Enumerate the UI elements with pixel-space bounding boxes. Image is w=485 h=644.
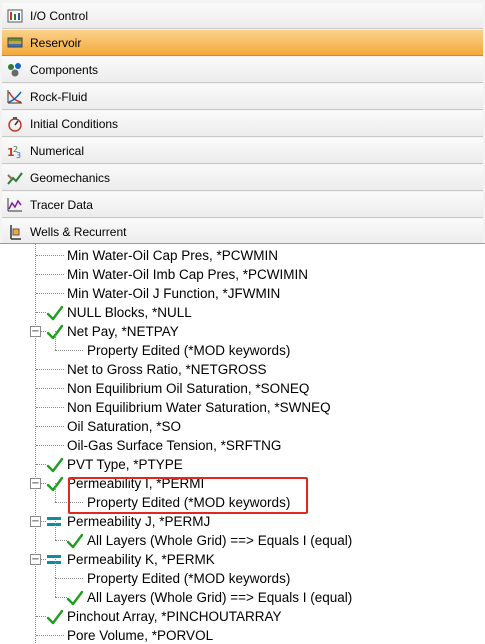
- nav-item-label: Rock-Fluid: [30, 89, 88, 104]
- tree-item-label: Permeability J, *PERMJ: [67, 514, 211, 529]
- tracer-data-icon: [6, 196, 24, 214]
- nav-item-components[interactable]: Components: [2, 57, 483, 83]
- reservoir-icon: [6, 34, 24, 52]
- tree-item-label: PVT Type, *PTYPE: [67, 457, 183, 472]
- tree-item-label: All Layers (Whole Grid) ==> Equals I (eq…: [87, 533, 353, 548]
- checkmark-icon: [66, 589, 84, 607]
- tree-item-permeability-j-permj[interactable]: − Permeability J, *PERMJ: [0, 512, 485, 531]
- geomechanics-icon: [6, 169, 24, 187]
- tree-item-pvt-type-ptype[interactable]: PVT Type, *PTYPE: [0, 455, 485, 474]
- io-control-icon: [6, 7, 24, 25]
- nav-item-i-o-control[interactable]: I/O Control: [2, 3, 483, 29]
- tree-item-label: Permeability I, *PERMI: [67, 476, 205, 491]
- tree-item-non-equilibrium-oil-saturation-soneq[interactable]: Non Equilibrium Oil Saturation, *SONEQ: [0, 379, 485, 398]
- tree-item-min-water-oil-j-function-jfwmin[interactable]: Min Water-Oil J Function, *JFWMIN: [0, 284, 485, 303]
- collapse-toggle-icon[interactable]: −: [30, 516, 41, 527]
- nav-item-tracer-data[interactable]: Tracer Data: [2, 192, 483, 218]
- tree-item-all-layers-whole-grid-equals-i-equal[interactable]: All Layers (Whole Grid) ==> Equals I (eq…: [0, 578, 485, 607]
- keyword-tree: Min Water-Oil Cap Pres, *PCWMIN Min Water…: [0, 243, 485, 644]
- tree-item-label: Non Equilibrium Water Saturation, *SWNEQ: [67, 400, 331, 415]
- tree-item-pinchout-array-pinchoutarray[interactable]: Pinchout Array, *PINCHOUTARRAY: [0, 607, 485, 626]
- tree-item-property-edited-mod-keywords[interactable]: Property Edited (*MOD keywords): [0, 483, 485, 512]
- tree-item-permeability-i-permi[interactable]: − Permeability I, *PERMI: [0, 474, 485, 493]
- collapse-toggle-icon[interactable]: −: [30, 554, 41, 565]
- rock-fluid-icon: [6, 88, 24, 106]
- tree-item-all-layers-whole-grid-equals-i-equal[interactable]: All Layers (Whole Grid) ==> Equals I (eq…: [0, 521, 485, 550]
- tree-item-label: Permeability K, *PERMK: [67, 552, 215, 567]
- tree-item-label: All Layers (Whole Grid) ==> Equals I (eq…: [87, 590, 353, 605]
- tree-item-label: Oil Saturation, *SO: [67, 419, 182, 434]
- tree-item-label: Pinchout Array, *PINCHOUTARRAY: [67, 609, 282, 624]
- tree-item-oil-saturation-so[interactable]: Oil Saturation, *SO: [0, 417, 485, 436]
- checkmark-icon: [46, 304, 64, 322]
- wells-recurrent-icon: [6, 223, 24, 241]
- tree-item-label: Property Edited (*MOD keywords): [87, 495, 291, 510]
- tree-item-null-blocks-null[interactable]: NULL Blocks, *NULL: [0, 303, 485, 322]
- tree-item-net-pay-netpay[interactable]: − Net Pay, *NETPAY: [0, 322, 485, 341]
- tree-item-label: Net Pay, *NETPAY: [67, 324, 179, 339]
- nav-item-label: Wells & Recurrent: [30, 224, 127, 239]
- nav-item-label: Geomechanics: [30, 170, 111, 185]
- tree-item-label: Min Water-Oil Imb Cap Pres, *PCWIMIN: [67, 267, 309, 282]
- tree-item-label: Pore Volume, *PORVOL: [67, 628, 214, 643]
- components-icon: [6, 61, 24, 79]
- tree-item-label: Property Edited (*MOD keywords): [87, 343, 291, 358]
- checkmark-icon: [46, 608, 64, 626]
- tree-item-property-edited-mod-keywords[interactable]: Property Edited (*MOD keywords): [0, 331, 485, 360]
- svg-text:3: 3: [16, 151, 21, 159]
- nav-item-rock-fluid[interactable]: Rock-Fluid: [2, 84, 483, 110]
- tree-item-label: Non Equilibrium Oil Saturation, *SONEQ: [67, 381, 310, 396]
- tree-item-label: Oil-Gas Surface Tension, *SRFTNG: [67, 438, 282, 453]
- tree-item-net-to-gross-ratio-netgross[interactable]: Net to Gross Ratio, *NETGROSS: [0, 360, 485, 379]
- section-navigator: I/O Control Reservoir Components Rock-Fluid…: [0, 0, 485, 245]
- checkmark-icon: [66, 532, 84, 550]
- tree-item-min-water-oil-imb-cap-pres-pcwimin[interactable]: Min Water-Oil Imb Cap Pres, *PCWIMIN: [0, 265, 485, 284]
- nav-item-numerical[interactable]: 1 2 3 Numerical: [2, 138, 483, 164]
- numerical-icon: 123: [6, 142, 24, 160]
- tree-item-label: Property Edited (*MOD keywords): [87, 571, 291, 586]
- nav-item-label: Initial Conditions: [30, 116, 119, 131]
- initial-conditions-icon: [6, 115, 24, 133]
- equals-icon: [47, 517, 61, 526]
- tree-item-label: Net to Gross Ratio, *NETGROSS: [67, 362, 267, 377]
- nav-item-label: I/O Control: [30, 8, 89, 23]
- tree-item-permeability-k-permk[interactable]: − Permeability K, *PERMK: [0, 550, 485, 569]
- nav-item-label: Reservoir: [30, 35, 82, 50]
- nav-item-label: Tracer Data: [30, 197, 93, 212]
- nav-item-geomechanics[interactable]: Geomechanics: [2, 165, 483, 191]
- tree-item-pore-volume-porvol[interactable]: Pore Volume, *PORVOL: [0, 626, 485, 644]
- nav-item-label: Numerical: [30, 143, 85, 158]
- collapse-toggle-icon[interactable]: −: [30, 326, 41, 337]
- tree-item-label: Min Water-Oil Cap Pres, *PCWMIN: [67, 248, 279, 263]
- tree-item-min-water-oil-cap-pres-pcwmin[interactable]: Min Water-Oil Cap Pres, *PCWMIN: [0, 246, 485, 265]
- nav-item-reservoir[interactable]: Reservoir: [2, 30, 483, 56]
- tree-item-oil-gas-surface-tension-srftng[interactable]: Oil-Gas Surface Tension, *SRFTNG: [0, 436, 485, 455]
- checkmark-icon: [46, 456, 64, 474]
- nav-item-initial-conditions[interactable]: Initial Conditions: [2, 111, 483, 137]
- tree-item-property-edited-mod-keywords[interactable]: Property Edited (*MOD keywords): [0, 559, 485, 588]
- tree-item-non-equilibrium-water-saturation-swneq[interactable]: Non Equilibrium Water Saturation, *SWNEQ: [0, 398, 485, 417]
- nav-item-label: Components: [30, 62, 99, 77]
- nav-item-wells-recurrent[interactable]: Wells & Recurrent: [2, 219, 483, 245]
- tree-item-label: NULL Blocks, *NULL: [67, 305, 192, 320]
- tree-item-label: Min Water-Oil J Function, *JFWMIN: [67, 286, 281, 301]
- collapse-toggle-icon[interactable]: −: [30, 478, 41, 489]
- equals-icon: [47, 555, 61, 564]
